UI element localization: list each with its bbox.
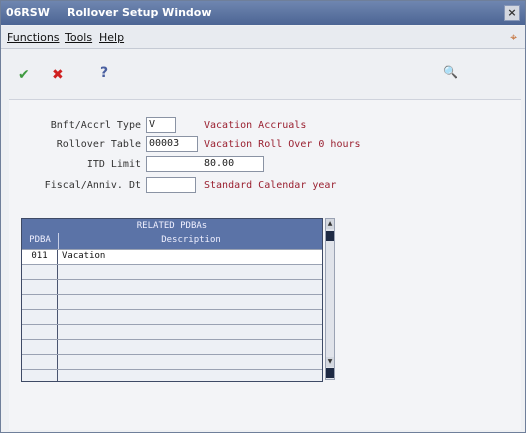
bnft-accrl-type-label: Bnft/Accrl Type bbox=[50, 120, 141, 131]
grid-header: RELATED PDBAs PDBA Description bbox=[22, 219, 322, 249]
column-divider bbox=[58, 233, 59, 249]
menu-bar: Functions Tools Help ⌖ bbox=[1, 26, 525, 49]
table-row[interactable] bbox=[22, 264, 322, 279]
help-icon[interactable]: ? bbox=[100, 65, 108, 81]
pdba-cell[interactable] bbox=[22, 265, 58, 279]
pdba-cell[interactable] bbox=[22, 355, 58, 369]
table-row[interactable]: 011 Vacation bbox=[22, 249, 322, 264]
cancel-icon[interactable]: ✖ bbox=[52, 67, 64, 83]
ok-check-icon[interactable]: ✔ bbox=[18, 67, 30, 83]
grid-title: RELATED PDBAs bbox=[136, 221, 208, 231]
fiscal-anniv-dt-description: Standard Calendar year bbox=[204, 180, 337, 191]
column-header-description[interactable]: Description bbox=[60, 235, 322, 245]
itd-limit-label: ITD Limit bbox=[86, 159, 141, 170]
pdba-cell[interactable] bbox=[22, 325, 58, 339]
table-row[interactable] bbox=[22, 294, 322, 309]
scroll-down-arrow-icon[interactable]: ▼ bbox=[326, 357, 334, 367]
fiscal-anniv-dt-field[interactable] bbox=[146, 177, 196, 193]
description-cell[interactable]: Vacation bbox=[62, 250, 105, 263]
scroll-up-arrow-icon[interactable]: ▲ bbox=[326, 219, 334, 229]
table-row[interactable] bbox=[22, 339, 322, 354]
pdba-cell[interactable] bbox=[22, 310, 58, 324]
rollover-table-label: Rollover Table bbox=[56, 139, 141, 150]
pdba-cell[interactable]: 011 bbox=[22, 250, 58, 264]
menu-functions[interactable]: Functions bbox=[7, 31, 60, 44]
rollover-table-field[interactable]: 00003 bbox=[146, 136, 198, 152]
rollover-table-description: Vacation Roll Over 0 hours bbox=[204, 139, 361, 150]
scroll-bottom-thumb[interactable] bbox=[326, 368, 334, 378]
grid-scrollbar[interactable]: ▲ ▼ bbox=[325, 218, 335, 380]
bnft-accrl-type-description: Vacation Accruals bbox=[204, 120, 307, 131]
table-row[interactable] bbox=[22, 324, 322, 339]
menu-tools[interactable]: Tools bbox=[65, 31, 92, 44]
menu-help[interactable]: Help bbox=[99, 31, 124, 44]
exit-flag-icon[interactable]: ⌖ bbox=[510, 30, 517, 45]
title-bar: 06RSW Rollover Setup Window × bbox=[1, 1, 525, 25]
window-title: Rollover Setup Window bbox=[67, 6, 212, 19]
table-row[interactable] bbox=[22, 279, 322, 294]
fiscal-anniv-dt-label: Fiscal/Anniv. Dt bbox=[44, 180, 141, 191]
scroll-thumb[interactable] bbox=[326, 231, 334, 241]
related-pdbas-grid: RELATED PDBAs PDBA Description 011 Vacati… bbox=[21, 218, 323, 382]
column-header-pdba[interactable]: PDBA bbox=[22, 235, 58, 245]
table-row[interactable] bbox=[22, 309, 322, 324]
itd-limit-field[interactable]: 80.00 bbox=[146, 156, 264, 172]
program-code: 06RSW bbox=[6, 6, 50, 19]
rollover-setup-window: 06RSW Rollover Setup Window × Functions … bbox=[0, 0, 526, 433]
pdba-cell[interactable] bbox=[22, 295, 58, 309]
toolbar: ✔ ✖ ? 🔍 bbox=[1, 49, 525, 99]
close-icon[interactable]: × bbox=[504, 5, 520, 21]
pdba-cell[interactable] bbox=[22, 280, 58, 294]
table-row[interactable] bbox=[22, 354, 322, 369]
pdba-cell[interactable] bbox=[22, 370, 58, 381]
bnft-accrl-type-field[interactable]: V bbox=[146, 117, 176, 133]
search-icon[interactable]: 🔍 bbox=[443, 65, 458, 79]
pdba-cell[interactable] bbox=[22, 340, 58, 354]
table-row[interactable] bbox=[22, 369, 322, 381]
